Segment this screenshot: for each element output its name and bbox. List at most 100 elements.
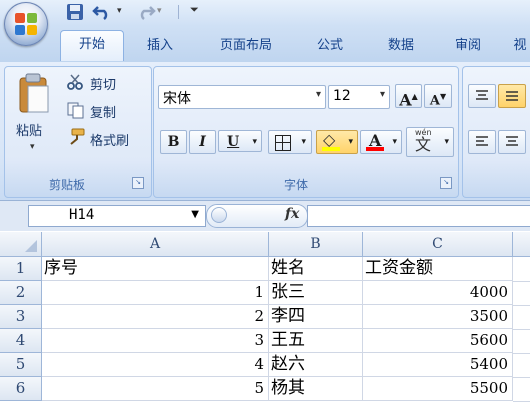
- font-launcher-icon[interactable]: ↘: [440, 177, 452, 189]
- format-painter-button[interactable]: 格式刷: [90, 130, 129, 149]
- qat-separator: [178, 5, 179, 19]
- paste-dropdown-icon[interactable]: ▾: [30, 142, 35, 152]
- fill-color-button[interactable]: ◇ ▾: [316, 130, 358, 154]
- column-header-b[interactable]: B: [269, 232, 363, 257]
- cell-c[interactable]: 4000: [363, 281, 513, 305]
- tab-label: 数据: [387, 38, 414, 53]
- cell-d[interactable]: [513, 329, 530, 354]
- save-icon[interactable]: [66, 3, 84, 21]
- borders-button[interactable]: ▾: [268, 130, 312, 154]
- column-header-d[interactable]: [513, 232, 530, 257]
- cell-b[interactable]: 赵六: [269, 353, 363, 377]
- phonetic-icon: 文: [415, 135, 432, 154]
- paste-button[interactable]: 粘贴: [16, 120, 42, 139]
- cell-d[interactable]: [513, 281, 530, 306]
- formula-input[interactable]: [307, 205, 530, 227]
- chevron-down-icon: ▾: [444, 137, 449, 147]
- format-painter-icon[interactable]: [66, 128, 86, 146]
- cell-c[interactable]: 5600: [363, 329, 513, 353]
- tab-formulas[interactable]: 公式: [302, 32, 358, 60]
- column-header-label: B: [310, 236, 321, 252]
- name-box[interactable]: H14 ▼: [28, 205, 206, 227]
- cell-c[interactable]: 工资金额: [363, 257, 513, 281]
- copy-icon[interactable]: [66, 101, 86, 119]
- column-header-a[interactable]: A: [42, 232, 269, 257]
- chevron-down-icon: ▾: [315, 89, 321, 100]
- formula-bar-handle-icon[interactable]: [211, 207, 227, 223]
- cell-c[interactable]: 5400: [363, 353, 513, 377]
- office-button[interactable]: [4, 2, 48, 46]
- cell-a[interactable]: 5: [42, 377, 269, 401]
- cell-b[interactable]: 杨其: [269, 377, 363, 401]
- select-all-icon: [25, 240, 37, 252]
- cell-a[interactable]: 2: [42, 305, 269, 329]
- cell-a[interactable]: 3: [42, 329, 269, 353]
- insert-function-icon[interactable]: fx: [285, 206, 299, 222]
- column-header-label: C: [432, 236, 443, 252]
- font-size-select[interactable]: 12 ▾: [328, 85, 390, 109]
- align-left-button[interactable]: [468, 130, 496, 154]
- align-left-icon: [476, 136, 488, 146]
- clipboard-launcher-icon[interactable]: ↘: [132, 177, 144, 189]
- paste-icon[interactable]: [14, 72, 54, 116]
- underline-button[interactable]: U ▾: [218, 130, 262, 152]
- qat-customize-icon[interactable]: ⏷: [190, 3, 199, 17]
- row-header[interactable]: 3: [0, 305, 42, 329]
- undo-dropdown-icon[interactable]: ▾: [117, 6, 122, 16]
- tab-data[interactable]: 数据: [372, 32, 430, 60]
- row-header[interactable]: 5: [0, 353, 42, 377]
- tab-review[interactable]: 审阅: [442, 32, 494, 60]
- align-top-button[interactable]: [468, 84, 496, 108]
- font-color-button[interactable]: A ▾: [360, 130, 402, 154]
- chevron-down-icon: ▾: [379, 89, 385, 100]
- format-painter-label: 格式刷: [90, 134, 130, 149]
- cell-a[interactable]: 序号: [42, 257, 269, 281]
- cell-c[interactable]: 3500: [363, 305, 513, 329]
- row-header[interactable]: 1: [0, 257, 42, 281]
- cut-icon[interactable]: [66, 74, 84, 90]
- italic-button[interactable]: I: [189, 130, 216, 154]
- fill-color-swatch: [322, 147, 340, 151]
- align-middle-button[interactable]: [498, 84, 526, 108]
- cell-b[interactable]: 王五: [269, 329, 363, 353]
- bold-button[interactable]: B: [160, 130, 187, 154]
- shrink-font-icon: A: [429, 93, 440, 109]
- shrink-font-button[interactable]: A▼: [424, 84, 452, 108]
- align-middle-icon: [506, 91, 518, 101]
- column-header-c[interactable]: C: [363, 232, 513, 257]
- tab-label: 视: [513, 38, 527, 53]
- select-all-corner[interactable]: [0, 232, 42, 257]
- align-top-icon: [476, 90, 488, 100]
- row-header[interactable]: 2: [0, 281, 42, 305]
- tab-view[interactable]: 视: [510, 32, 530, 60]
- name-box-value: H14: [69, 207, 95, 223]
- tab-home[interactable]: 开始: [60, 30, 124, 61]
- font-color-swatch: [366, 147, 384, 151]
- cell-d[interactable]: [513, 377, 530, 402]
- font-name-value: 宋体: [163, 91, 191, 107]
- font-name-select[interactable]: 宋体 ▾: [158, 85, 326, 109]
- tab-page-layout[interactable]: 页面布局: [204, 32, 288, 60]
- grow-font-button[interactable]: A▲: [395, 84, 422, 109]
- cell-b[interactable]: 张三: [269, 281, 363, 305]
- cell-b[interactable]: 姓名: [269, 257, 363, 281]
- align-center-button[interactable]: [498, 130, 526, 154]
- tab-label: 页面布局: [219, 38, 272, 53]
- cell-d[interactable]: [513, 353, 530, 378]
- redo-dropdown-icon[interactable]: ▾: [157, 6, 162, 16]
- cell-d[interactable]: [513, 305, 530, 330]
- cell-a[interactable]: 1: [42, 281, 269, 305]
- row-header[interactable]: 4: [0, 329, 42, 353]
- cell-b[interactable]: 李四: [269, 305, 363, 329]
- phonetic-guide-button[interactable]: wén 文 ▾: [406, 127, 454, 157]
- cell-d[interactable]: [513, 257, 530, 282]
- tab-label: 开始: [78, 37, 105, 52]
- copy-button[interactable]: 复制: [90, 102, 116, 121]
- undo-icon[interactable]: [92, 3, 110, 21]
- cell-c[interactable]: 5500: [363, 377, 513, 401]
- cut-button[interactable]: 剪切: [90, 74, 116, 93]
- cell-a[interactable]: 4: [42, 353, 269, 377]
- tab-insert[interactable]: 插入: [134, 32, 186, 60]
- redo-icon[interactable]: [134, 3, 156, 21]
- row-header[interactable]: 6: [0, 377, 42, 401]
